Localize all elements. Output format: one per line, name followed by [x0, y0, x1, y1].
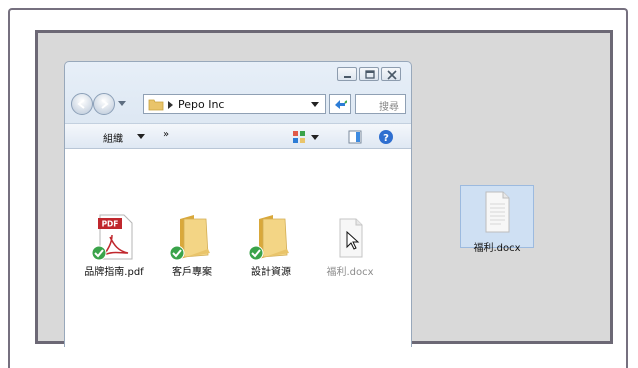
document-icon [485, 191, 510, 233]
view-options-icon[interactable] [292, 130, 306, 144]
maximize-icon [365, 70, 375, 79]
window-controls [337, 67, 401, 81]
refresh-button[interactable] [329, 94, 351, 114]
refresh-icon [335, 100, 347, 109]
arrow-right-icon [101, 99, 109, 109]
file-item-folder[interactable]: 設計資源 [235, 211, 307, 278]
preview-pane-icon[interactable] [348, 130, 362, 144]
file-name: 福利.docx [326, 267, 374, 278]
file-list[interactable]: PDF 品牌指南.pdf 客戶專案 設計資源 福利.docx [65, 149, 411, 348]
view-dropdown-icon[interactable] [311, 135, 319, 140]
organize-dropdown-icon[interactable] [137, 134, 145, 139]
history-dropdown-icon[interactable] [118, 101, 126, 107]
file-explorer-window[interactable]: Pepo Inc 搜尋 組織 » ? PDF 品牌指南.pdf 客戶專案 設計資… [64, 61, 412, 348]
file-item-document[interactable]: 福利.docx [314, 211, 386, 278]
folder-icon [148, 99, 164, 111]
svg-text:PDF: PDF [102, 220, 119, 229]
help-icon[interactable]: ? [378, 129, 394, 145]
file-item-folder[interactable]: 客戶專案 [156, 211, 228, 278]
more-commands-button[interactable]: » [163, 129, 169, 140]
address-bar[interactable]: Pepo Inc [143, 94, 326, 114]
navigation-bar: Pepo Inc 搜尋 [71, 92, 407, 116]
desktop-file-item[interactable]: 福利.docx [460, 185, 534, 254]
command-toolbar: 組織 » ? [65, 123, 411, 149]
arrow-left-icon [77, 99, 85, 109]
minimize-icon [344, 76, 351, 78]
file-name: 品牌指南.pdf [84, 267, 144, 278]
file-name: 設計資源 [251, 267, 291, 278]
file-name: 客戶專案 [172, 267, 212, 278]
search-input[interactable]: 搜尋 [355, 94, 406, 114]
organize-menu[interactable]: 組織 [103, 130, 123, 145]
file-item-pdf[interactable]: PDF 品牌指南.pdf [78, 211, 150, 278]
maximize-button[interactable] [359, 67, 379, 81]
address-dropdown-icon[interactable] [311, 102, 319, 107]
forward-button[interactable] [93, 93, 115, 115]
sync-check-icon [248, 245, 264, 261]
sync-check-icon [169, 245, 185, 261]
desktop-area[interactable]: Pepo Inc 搜尋 組織 » ? PDF 品牌指南.pdf 客戶專案 設計資… [35, 30, 613, 348]
close-button[interactable] [381, 67, 401, 81]
svg-text:?: ? [383, 133, 389, 144]
mouse-cursor-icon [346, 231, 360, 250]
breadcrumb-chevron-icon [168, 101, 173, 109]
sync-check-icon [91, 245, 107, 261]
minimize-button[interactable] [337, 67, 357, 81]
address-path: Pepo Inc [178, 98, 225, 111]
close-icon [387, 70, 397, 80]
back-button[interactable] [71, 93, 93, 115]
file-name: 福利.docx [473, 243, 521, 254]
